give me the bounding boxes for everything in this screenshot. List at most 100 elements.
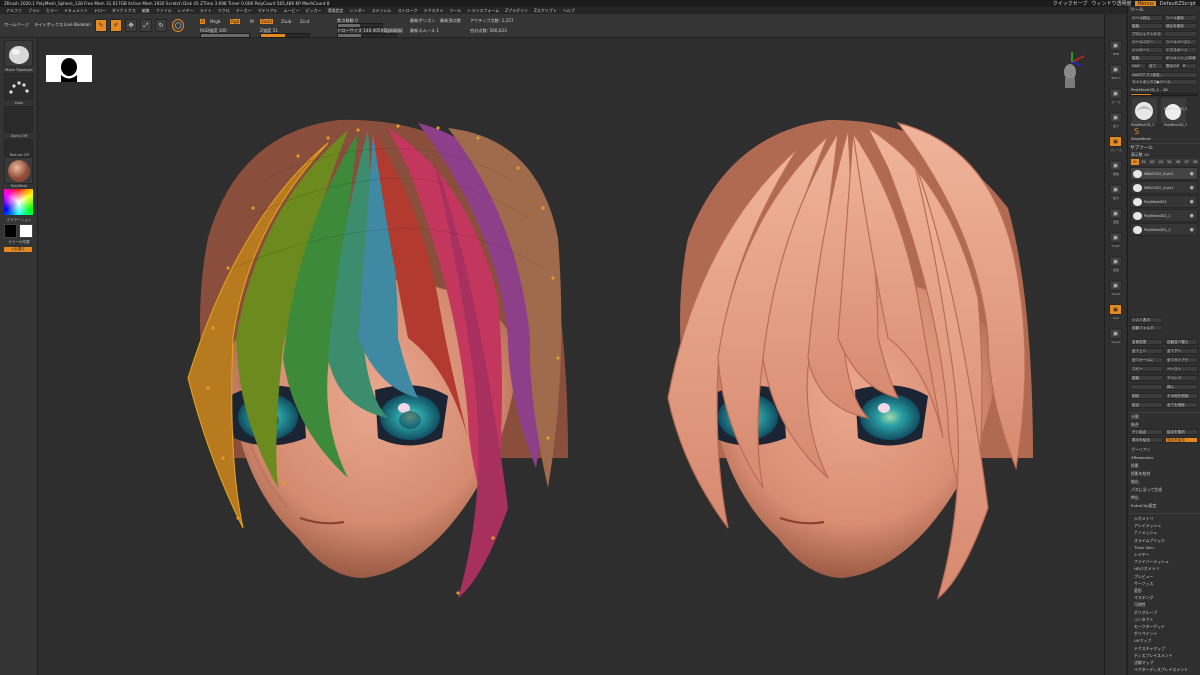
view-icon-button[interactable]: ▣ bbox=[1109, 160, 1122, 171]
menu-item[interactable]: Zプラグイン bbox=[505, 8, 528, 14]
view-icon-button[interactable]: ▣ bbox=[1109, 328, 1122, 339]
subtool-action-button[interactable]: 全てオールに bbox=[1130, 357, 1163, 363]
menu-item[interactable]: ファイル bbox=[156, 8, 172, 14]
tool-subpalette-header[interactable]: 可視性 bbox=[1134, 602, 1146, 608]
current-tool-name[interactable]: PolyMesh3D_1 . 48 bbox=[1131, 87, 1168, 92]
tool-subpalette-header[interactable]: レイヤー bbox=[1134, 552, 1149, 558]
menu-item[interactable]: レイヤー bbox=[178, 8, 194, 14]
subtool-action-button[interactable]: 自動並べ替え bbox=[1165, 339, 1198, 345]
tool-palette-button[interactable]: 複製 bbox=[1130, 23, 1163, 29]
menu-item[interactable]: ブラシ bbox=[28, 8, 40, 14]
mrgb-button[interactable]: Mrgb bbox=[210, 19, 221, 24]
subtool-tab[interactable]: V4 bbox=[1156, 159, 1165, 165]
subtool-header[interactable]: サブツール bbox=[1130, 145, 1153, 151]
subtool-row[interactable]: MIKU2022_CLp01 ◉ bbox=[1130, 167, 1198, 180]
subtool-section-header[interactable]: ブーリアン bbox=[1131, 447, 1150, 453]
tool-subpalette-header[interactable]: 法線マップ bbox=[1134, 660, 1153, 666]
subtool-action-button[interactable]: 全てガイアナ bbox=[1165, 357, 1198, 363]
subtool-tab[interactable]: V3 bbox=[1148, 159, 1156, 165]
tool-scroll-slider[interactable] bbox=[1130, 93, 1198, 96]
eye-icon[interactable]: ◉ bbox=[1190, 213, 1194, 219]
secondary-color-swatch[interactable] bbox=[4, 224, 17, 238]
tool-subpalette-header[interactable]: マスキング bbox=[1134, 595, 1153, 601]
subtool-action-button[interactable]: 全て下へ bbox=[1165, 348, 1198, 354]
menu-item[interactable]: ムービー bbox=[284, 8, 300, 14]
tool-palette-button[interactable]: 読込を保存 bbox=[1164, 23, 1197, 29]
subtool-action-button[interactable]: 削除 bbox=[1130, 393, 1163, 399]
edit-button[interactable]: ✎ bbox=[95, 19, 107, 32]
eye-icon[interactable]: ◉ bbox=[1190, 171, 1194, 177]
tool-palette-button[interactable]: ポリメッシュ3D化 bbox=[1164, 55, 1197, 61]
menu-item[interactable]: レンダー bbox=[350, 8, 366, 14]
simple-brush-icon[interactable]: S bbox=[1134, 128, 1144, 136]
eye-icon[interactable]: ◉ bbox=[1190, 199, 1194, 205]
color-picker[interactable] bbox=[4, 189, 33, 215]
subtool-section-header[interactable]: 投影 bbox=[1131, 463, 1139, 469]
subtool-row[interactable]: MIKU2022_CLp01 ◉ bbox=[1130, 181, 1198, 194]
menu-item[interactable]: ドロー bbox=[94, 8, 106, 14]
merge-down-button[interactable]: 下と結合 bbox=[1130, 429, 1163, 435]
view-icon-button[interactable]: ▣ bbox=[1109, 184, 1122, 195]
tool-subpalette-header[interactable]: ベクターディスプレイスメント bbox=[1134, 667, 1188, 673]
tool-subpalette-header[interactable]: プレビュー bbox=[1134, 574, 1153, 580]
tool-palette-button[interactable]: ツール読込 bbox=[1130, 15, 1163, 21]
tool-thumb-1[interactable] bbox=[1132, 98, 1157, 123]
tool-subpalette-header[interactable]: ナノメッシュ bbox=[1134, 530, 1157, 536]
eye-icon[interactable]: ◉ bbox=[1190, 185, 1194, 191]
alpha-thumbnail[interactable] bbox=[4, 106, 33, 133]
tool-palette-button[interactable]: 複製 bbox=[1130, 55, 1163, 61]
tool-subpalette-header[interactable]: ディスプレイスメント bbox=[1134, 653, 1173, 659]
tool-palette-button[interactable] bbox=[1164, 31, 1197, 37]
subtool-section-header[interactable]: 抽出 bbox=[1131, 479, 1139, 485]
goz-plugin-button[interactable]: GoZ3アプリ設定... bbox=[1130, 72, 1198, 78]
rotate-button[interactable]: ↻ bbox=[155, 19, 167, 32]
menu-item[interactable]: ヘルプ bbox=[563, 8, 575, 14]
subtool-section-header[interactable]: ExtraClip設定 bbox=[1131, 503, 1156, 509]
tool-subpalette-header[interactable]: コンタクト bbox=[1134, 617, 1153, 623]
menu-item[interactable]: 環境設定 bbox=[328, 8, 344, 14]
live-boolean-button[interactable]: Live Boolean bbox=[64, 22, 91, 27]
tool-subpalette-header[interactable]: テクスチャマップ bbox=[1134, 646, 1165, 652]
tool-palette-button[interactable]: GoZ bbox=[1130, 63, 1146, 69]
tool-subpalette-header[interactable]: サーフェス bbox=[1134, 581, 1153, 587]
tool-palette-button[interactable]: ツールペースト bbox=[1164, 39, 1197, 45]
subtool-section-header[interactable]: 押出 bbox=[1131, 495, 1139, 501]
menu-item[interactable]: トランスフォーム bbox=[467, 8, 499, 14]
subtool-action-button[interactable]: アペンド bbox=[1165, 375, 1198, 381]
menu-item[interactable]: マーカー bbox=[236, 8, 252, 14]
view-icon-button[interactable]: ▣ bbox=[1109, 112, 1122, 123]
tool-subpalette-header[interactable]: ポリペイント bbox=[1134, 631, 1157, 637]
lightbox-tools-button[interactable]: ライトボックス▶ツール bbox=[1130, 79, 1198, 85]
zsub-button[interactable]: Zsub bbox=[281, 19, 291, 24]
view-icon-button[interactable]: ▣ bbox=[1109, 136, 1122, 147]
weld-points-button[interactable]: 頂点を結合 bbox=[1165, 437, 1198, 443]
tool-palette-button[interactable]: エクスポート bbox=[1164, 47, 1197, 53]
stroke-thumbnail[interactable] bbox=[4, 73, 33, 100]
tool-subpalette-header[interactable]: アレイメッシュ bbox=[1134, 523, 1161, 529]
tool-palette-button[interactable]: R bbox=[1181, 63, 1197, 69]
menu-item[interactable]: アルファ bbox=[6, 8, 22, 14]
view-icon-button[interactable]: ▣ bbox=[1109, 40, 1122, 51]
tool-palette-button[interactable]: 表示のみ bbox=[1164, 63, 1180, 69]
subtool-tab[interactable]: V8 bbox=[1191, 159, 1199, 165]
subtool-section-header[interactable]: ZRemesher bbox=[1131, 455, 1153, 460]
list-all-button[interactable]: リスト表示 bbox=[1130, 317, 1163, 323]
tool-palette-button[interactable]: 全て bbox=[1147, 63, 1163, 69]
auto-collapse-button[interactable]: 自動フォルダ bbox=[1130, 325, 1163, 331]
menu-item[interactable]: ツール bbox=[449, 8, 461, 14]
tool-subpalette-header[interactable]: Thick Skin bbox=[1134, 545, 1154, 550]
subtool-action-button[interactable]: 名前変更 bbox=[1130, 339, 1163, 345]
menu-item[interactable]: ストローク bbox=[398, 8, 418, 14]
subtool-row[interactable]: PolyMesh3D1_2 ◉ bbox=[1130, 223, 1198, 236]
tool-subpalette-header[interactable]: UVマップ bbox=[1134, 638, 1151, 644]
tool-palette-button[interactable]: ツールコピー bbox=[1130, 39, 1163, 45]
scale-button[interactable]: ⤢ bbox=[140, 19, 152, 32]
canvas-viewport[interactable] bbox=[38, 38, 1104, 675]
eye-icon[interactable]: ◉ bbox=[1190, 227, 1194, 233]
menu-item[interactable]: 編集 bbox=[142, 8, 150, 14]
subtool-action-button[interactable]: ペースト bbox=[1165, 366, 1198, 372]
menu-item[interactable]: Zスクリプト bbox=[534, 8, 557, 14]
tool-subpalette-header[interactable]: スライムブリッジ bbox=[1134, 538, 1165, 544]
primary-color-swatch[interactable] bbox=[19, 224, 33, 238]
merge-header[interactable]: 結合 bbox=[1131, 422, 1139, 428]
